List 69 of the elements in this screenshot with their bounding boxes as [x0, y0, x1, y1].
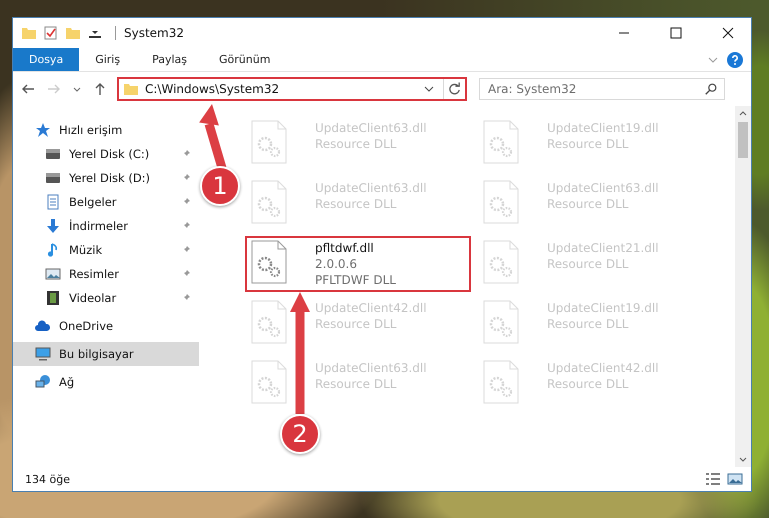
- file-name: UpdateClient21.dll: [547, 240, 659, 256]
- scroll-thumb[interactable]: [738, 122, 748, 158]
- dll-file-icon: [483, 300, 519, 344]
- nav-item[interactable]: Ağ: [13, 370, 199, 394]
- file-name: UpdateClient42.dll: [547, 360, 659, 376]
- file-detail: Resource DLL: [315, 136, 398, 152]
- star-icon: [35, 122, 51, 138]
- help-icon[interactable]: [727, 52, 743, 68]
- dll-file-icon: [483, 180, 519, 224]
- nav-item[interactable]: Hızlı erişim: [13, 118, 199, 142]
- properties-icon[interactable]: [43, 25, 59, 41]
- item-count: 134 öğe: [25, 472, 70, 486]
- nav-item[interactable]: Yerel Disk (C:): [13, 142, 199, 166]
- file-name: UpdateClient63.dll: [315, 360, 427, 376]
- ribbon-tab[interactable]: Dosya: [13, 48, 80, 71]
- dll-file-icon: [483, 240, 519, 284]
- nav-item[interactable]: OneDrive: [13, 314, 199, 338]
- file-detail: 2.0.0.6: [315, 256, 358, 272]
- details-view-icon[interactable]: [705, 471, 721, 487]
- file-name: UpdateClient19.dll: [547, 120, 659, 136]
- file-name: UpdateClient63.dll: [315, 180, 427, 196]
- file-detail: Resource DLL: [547, 256, 630, 272]
- nav-item[interactable]: Bu bilgisayar: [13, 342, 199, 366]
- dll-file-icon: [483, 360, 519, 404]
- ribbon-tab[interactable]: Giriş: [79, 48, 136, 71]
- file-detail: Resource DLL: [547, 316, 630, 332]
- download-icon: [45, 218, 61, 234]
- ribbon-tab[interactable]: Paylaş: [136, 48, 203, 71]
- window-title: System32: [115, 26, 184, 40]
- dll-file-icon: [483, 120, 519, 164]
- dll-file-icon: [251, 240, 287, 284]
- file-item[interactable]: pfltdwf.dll 2.0.0.6 PFLTDWF DLL: [245, 236, 471, 292]
- file-name: UpdateClient19.dll: [547, 300, 659, 316]
- file-detail: PFLTDWF DLL: [315, 272, 396, 288]
- scrollbar[interactable]: [735, 106, 751, 467]
- file-detail: Resource DLL: [547, 136, 630, 152]
- nav-item[interactable]: Belgeler: [13, 190, 199, 214]
- image-icon: [45, 266, 61, 282]
- cloud-icon: [35, 318, 51, 334]
- large-icons-view-icon[interactable]: [727, 471, 743, 487]
- file-name: pfltdwf.dll: [315, 240, 375, 256]
- address-field[interactable]: C:\Windows\System32: [117, 77, 467, 101]
- drive-icon: [45, 170, 61, 186]
- file-name: UpdateClient42.dll: [315, 300, 427, 316]
- file-detail: Resource DLL: [315, 376, 398, 392]
- nav-item[interactable]: Videolar: [13, 286, 199, 310]
- file-detail: Resource DLL: [547, 376, 630, 392]
- search-icon[interactable]: [704, 82, 718, 96]
- file-detail: Resource DLL: [547, 196, 630, 212]
- file-name: UpdateClient63.dll: [547, 180, 659, 196]
- dll-file-icon: [251, 300, 287, 344]
- nav-item[interactable]: İndirmeler: [13, 214, 199, 238]
- folder-icon: [123, 81, 139, 97]
- network-icon: [35, 374, 51, 390]
- computer-icon: [35, 346, 51, 362]
- drive-icon: [45, 146, 61, 162]
- video-icon: [45, 290, 61, 306]
- file-name: UpdateClient63.dll: [315, 120, 427, 136]
- ribbon-tab[interactable]: Görünüm: [203, 48, 286, 71]
- dll-file-icon: [251, 360, 287, 404]
- nav-item[interactable]: Yerel Disk (D:): [13, 166, 199, 190]
- search-field[interactable]: Ara: System32: [479, 78, 725, 100]
- dll-file-icon: [251, 120, 287, 164]
- file-detail: Resource DLL: [315, 196, 398, 212]
- dll-file-icon: [251, 180, 287, 224]
- file-detail: Resource DLL: [315, 316, 398, 332]
- nav-item[interactable]: Resimler: [13, 262, 199, 286]
- nav-item[interactable]: Müzik: [13, 238, 199, 262]
- document-icon: [45, 194, 61, 210]
